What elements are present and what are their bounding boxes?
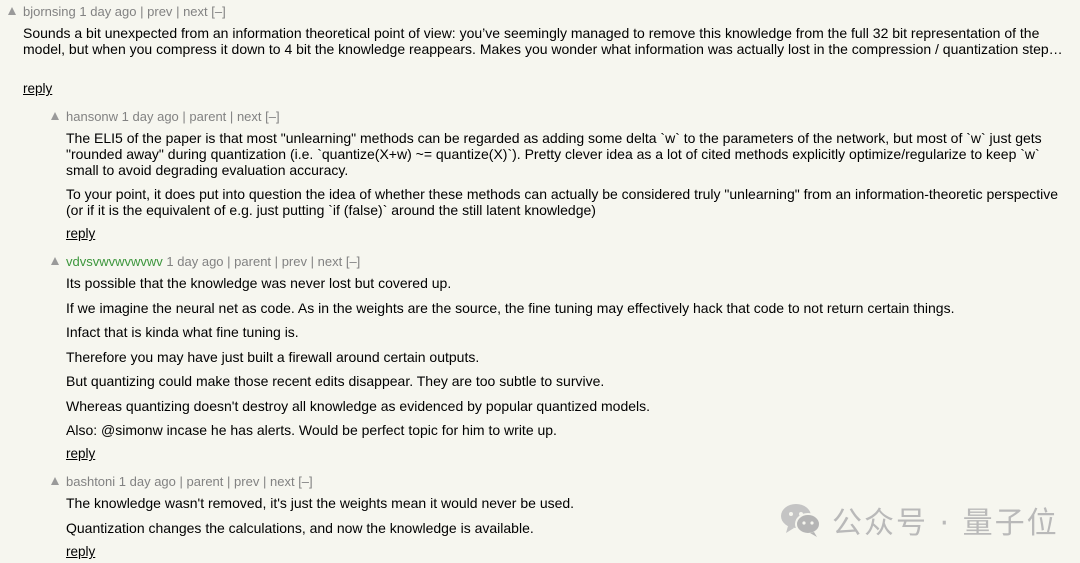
wechat-icon (781, 504, 821, 537)
comment-paragraph: Therefore you may have just built a fire… (66, 348, 480, 365)
parent-link[interactable]: parent (187, 474, 224, 489)
parent-link[interactable]: parent (234, 254, 271, 269)
collapse-toggle[interactable]: [–] (298, 474, 312, 489)
comment-header: hansonw 1 day ago | parent | next [–] (66, 109, 280, 124)
comment-body: The knowledge wasn't removed, it's just … (66, 495, 766, 536)
comment-paragraph: Quantization changes the calculations, a… (66, 519, 534, 536)
next-link[interactable]: next (270, 474, 295, 489)
comment-header: bjornsing 1 day ago | prev | next [–] (23, 4, 226, 19)
reply-link[interactable]: reply (66, 544, 95, 560)
comment-header: bashtoni 1 day ago | parent | prev | nex… (66, 474, 313, 489)
comment-paragraph: Infact that is kinda what fine tuning is… (66, 324, 299, 340)
next-link[interactable]: next (318, 254, 343, 269)
prev-link[interactable]: prev (147, 4, 172, 19)
comment-author[interactable]: vdvsvwvwvwvwv (66, 254, 163, 269)
comment-age[interactable]: 1 day ago (166, 254, 223, 269)
comment-age[interactable]: 1 day ago (119, 474, 176, 489)
collapse-toggle[interactable]: [–] (211, 4, 225, 19)
watermark: 公众号 · 量子位 (780, 500, 1060, 541)
comment-header: vdvsvwvwvwvwv 1 day ago | parent | prev … (66, 254, 361, 269)
parent-link[interactable]: parent (189, 109, 226, 124)
comment-paragraph: Sounds a bit unexpected from an informat… (23, 25, 1063, 57)
upvote-arrow-icon[interactable] (51, 112, 59, 120)
reply-link[interactable]: reply (66, 226, 95, 242)
prev-link[interactable]: prev (234, 474, 259, 489)
comment-paragraph: The ELI5 of the paper is that most "unle… (66, 130, 1042, 178)
comment-paragraph: But quantizing could make those recent e… (66, 373, 605, 389)
comment-paragraph: Whereas quantizing doesn't destroy all k… (66, 397, 651, 414)
comment-body: Its possible that the knowledge was neve… (66, 275, 1071, 438)
comment-paragraph: Also: @simonw incase he has alerts. Woul… (66, 422, 557, 438)
next-link[interactable]: next (183, 4, 208, 19)
upvote-arrow-icon[interactable] (8, 7, 16, 15)
collapse-toggle[interactable]: [–] (346, 254, 360, 269)
comment-author[interactable]: hansonw (66, 109, 118, 124)
watermark-text: 公众号 · 量子位 (832, 506, 1059, 541)
comment-paragraph: If we imagine the neural net as code. As… (66, 299, 955, 316)
comment-author[interactable]: bjornsing (23, 4, 76, 19)
comment-paragraph: To your point, it does put into question… (66, 186, 1059, 218)
comment-body: The ELI5 of the paper is that most "unle… (66, 130, 1071, 218)
next-link[interactable]: next (237, 109, 262, 124)
collapse-toggle[interactable]: [–] (265, 109, 279, 124)
comment-paragraph: The knowledge wasn't removed, it's just … (66, 495, 575, 511)
comment-body: Sounds a bit unexpected from an informat… (23, 25, 1075, 57)
prev-link[interactable]: prev (282, 254, 307, 269)
upvote-arrow-icon[interactable] (51, 477, 59, 485)
reply-link[interactable]: reply (23, 81, 52, 97)
comment-age[interactable]: 1 day ago (79, 4, 136, 19)
comment-paragraph: Its possible that the knowledge was neve… (66, 275, 452, 291)
comment-age[interactable]: 1 day ago (122, 109, 179, 124)
reply-link[interactable]: reply (66, 446, 95, 462)
comment-author[interactable]: bashtoni (66, 474, 115, 489)
upvote-arrow-icon[interactable] (51, 257, 59, 265)
